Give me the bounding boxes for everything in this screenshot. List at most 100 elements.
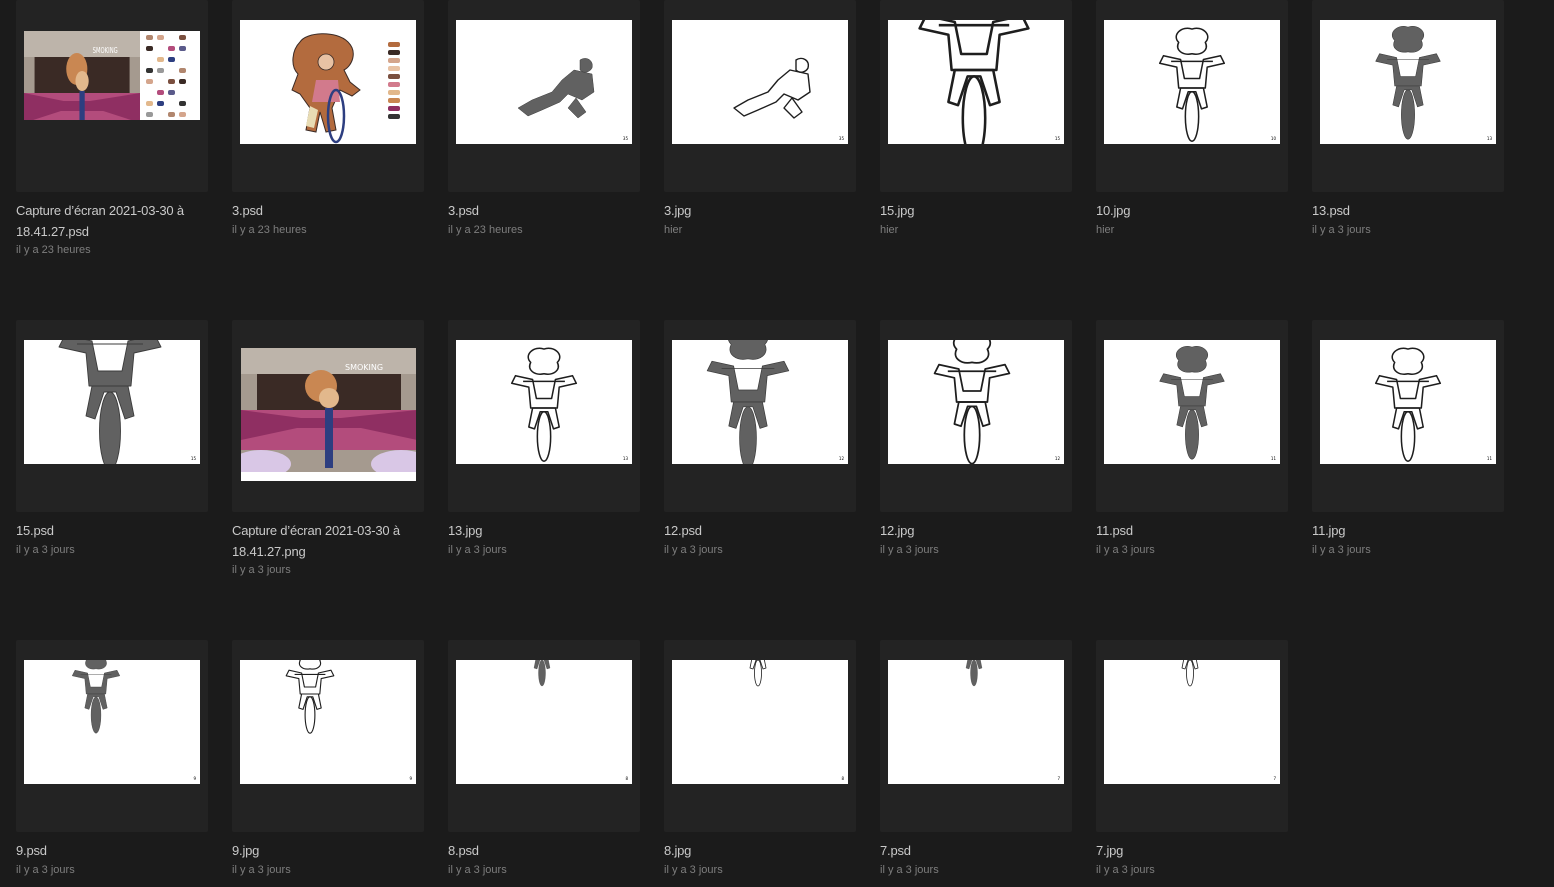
file-thumbnail-image[interactable]: SMOKING	[24, 31, 200, 120]
thumbnail-frame[interactable]: SMOKING	[232, 320, 424, 512]
frame-number-label: 9	[409, 776, 412, 781]
file-name[interactable]: Capture d’écran 2021-03-30 à 18.41.27.ps…	[16, 200, 216, 242]
file-thumbnail-image[interactable]: 9	[24, 660, 200, 784]
file-modified-date: il y a 3 jours	[16, 544, 75, 556]
thumbnail-frame[interactable]: 10	[1096, 0, 1288, 192]
file-modified-date: il y a 3 jours	[232, 564, 291, 576]
file-name[interactable]: 15.jpg	[880, 200, 1080, 221]
file-name[interactable]: 3.jpg	[664, 200, 864, 221]
file-thumbnail-image[interactable]: 11	[1104, 340, 1280, 464]
file-modified-date: il y a 23 heures	[16, 244, 91, 256]
thumbnail-frame[interactable]: 12	[664, 320, 856, 512]
file-thumbnail-image[interactable]: 11	[1320, 340, 1496, 464]
file-name[interactable]: 15.psd	[16, 520, 216, 541]
file-thumbnail-image[interactable]: 12	[888, 340, 1064, 464]
file-name[interactable]: 9.psd	[16, 840, 216, 861]
file-modified-date: il y a 3 jours	[448, 864, 507, 876]
frame-number-label: 11	[1486, 456, 1492, 461]
file-modified-date: il y a 3 jours	[1096, 544, 1155, 556]
thumbnail-frame[interactable]: 9	[232, 640, 424, 832]
frame-number-label: 8	[841, 776, 844, 781]
thumbnail-frame[interactable]: 8	[664, 640, 856, 832]
file-thumbnail-image[interactable]: 35	[456, 20, 632, 144]
frame-number-label: 35	[622, 136, 628, 141]
thumbnail-frame[interactable]: 7	[1096, 640, 1288, 832]
file-thumbnail-image[interactable]: 10	[1104, 20, 1280, 144]
file-name[interactable]: 11.psd	[1096, 520, 1296, 541]
thumbnail-frame[interactable]: 12	[880, 320, 1072, 512]
file-thumbnail-image[interactable]: 7	[888, 660, 1064, 784]
file-name[interactable]: 11.jpg	[1312, 520, 1512, 541]
thumbnail-frame[interactable]: 9	[16, 640, 208, 832]
thumbnail-frame[interactable]: 15	[16, 320, 208, 512]
thumbnail-frame[interactable]	[232, 0, 424, 192]
file-modified-date: il y a 3 jours	[880, 544, 939, 556]
file-modified-date: il y a 3 jours	[1312, 224, 1371, 236]
file-thumbnail-image[interactable]: 13	[1320, 20, 1496, 144]
frame-number-label: 7	[1273, 776, 1276, 781]
file-thumbnail-image[interactable]: 15	[24, 340, 200, 464]
frame-number-label: 12	[838, 456, 844, 461]
thumbnail-frame[interactable]: 13	[1312, 0, 1504, 192]
file-thumbnail-image[interactable]: 12	[672, 340, 848, 464]
frame-number-label: 10	[1270, 136, 1276, 141]
frame-number-label: 15	[1054, 136, 1060, 141]
frame-number-label: 7	[1057, 776, 1060, 781]
file-modified-date: hier	[880, 224, 899, 236]
thumbnail-frame[interactable]: SMOKING	[16, 0, 208, 192]
file-thumbnail-image[interactable]: 7	[1104, 660, 1280, 784]
frame-number-label: 9	[193, 776, 196, 781]
file-name[interactable]: 8.psd	[448, 840, 648, 861]
frame-number-label: 11	[1270, 456, 1276, 461]
frame-number-label: 13	[622, 456, 628, 461]
frame-number-label: 35	[838, 136, 844, 141]
file-name[interactable]: 3.psd	[448, 200, 648, 221]
file-modified-date: il y a 3 jours	[448, 544, 507, 556]
file-modified-date: il y a 23 heures	[232, 224, 307, 236]
file-thumbnail-image[interactable]	[240, 20, 416, 144]
file-grid: SMOKING Capture d’écran 2021-03-30 à 18.4…	[0, 0, 1554, 887]
file-modified-date: il y a 3 jours	[1096, 864, 1155, 876]
file-modified-date: il y a 3 jours	[664, 544, 723, 556]
file-name[interactable]: Capture d’écran 2021-03-30 à 18.41.27.pn…	[232, 520, 432, 562]
svg-text:SMOKING: SMOKING	[93, 46, 118, 55]
thumbnail-frame[interactable]: 13	[448, 320, 640, 512]
file-thumbnail-image[interactable]: 9	[240, 660, 416, 784]
file-name[interactable]: 13.psd	[1312, 200, 1512, 221]
file-name[interactable]: 8.jpg	[664, 840, 864, 861]
file-modified-date: il y a 3 jours	[880, 864, 939, 876]
thumbnail-frame[interactable]: 15	[880, 0, 1072, 192]
file-thumbnail-image[interactable]: SMOKING	[241, 348, 416, 481]
file-name[interactable]: 7.jpg	[1096, 840, 1296, 861]
frame-number-label: 13	[1486, 136, 1492, 141]
file-name[interactable]: 12.jpg	[880, 520, 1080, 541]
thumbnail-frame[interactable]: 35	[448, 0, 640, 192]
thumbnail-frame[interactable]: 8	[448, 640, 640, 832]
file-modified-date: il y a 3 jours	[16, 864, 75, 876]
file-thumbnail-image[interactable]: 8	[672, 660, 848, 784]
file-name[interactable]: 13.jpg	[448, 520, 648, 541]
file-thumbnail-image[interactable]: 35	[672, 20, 848, 144]
file-name[interactable]: 12.psd	[664, 520, 864, 541]
thumbnail-frame[interactable]: 35	[664, 0, 856, 192]
frame-number-label: 12	[1054, 456, 1060, 461]
frame-number-label: 15	[190, 456, 196, 461]
file-modified-date: il y a 3 jours	[664, 864, 723, 876]
file-name[interactable]: 10.jpg	[1096, 200, 1296, 221]
file-name[interactable]: 7.psd	[880, 840, 1080, 861]
frame-number-label: 8	[625, 776, 628, 781]
file-thumbnail-image[interactable]: 15	[888, 20, 1064, 144]
thumbnail-frame[interactable]: 11	[1096, 320, 1288, 512]
file-modified-date: hier	[664, 224, 683, 236]
file-modified-date: il y a 3 jours	[1312, 544, 1371, 556]
file-name[interactable]: 3.psd	[232, 200, 432, 221]
file-thumbnail-image[interactable]: 8	[456, 660, 632, 784]
thumbnail-frame[interactable]: 7	[880, 640, 1072, 832]
svg-text:SMOKING: SMOKING	[345, 363, 383, 372]
file-name[interactable]: 9.jpg	[232, 840, 432, 861]
file-modified-date: hier	[1096, 224, 1115, 236]
file-modified-date: il y a 23 heures	[448, 224, 523, 236]
thumbnail-frame[interactable]: 11	[1312, 320, 1504, 512]
file-modified-date: il y a 3 jours	[232, 864, 291, 876]
file-thumbnail-image[interactable]: 13	[456, 340, 632, 464]
